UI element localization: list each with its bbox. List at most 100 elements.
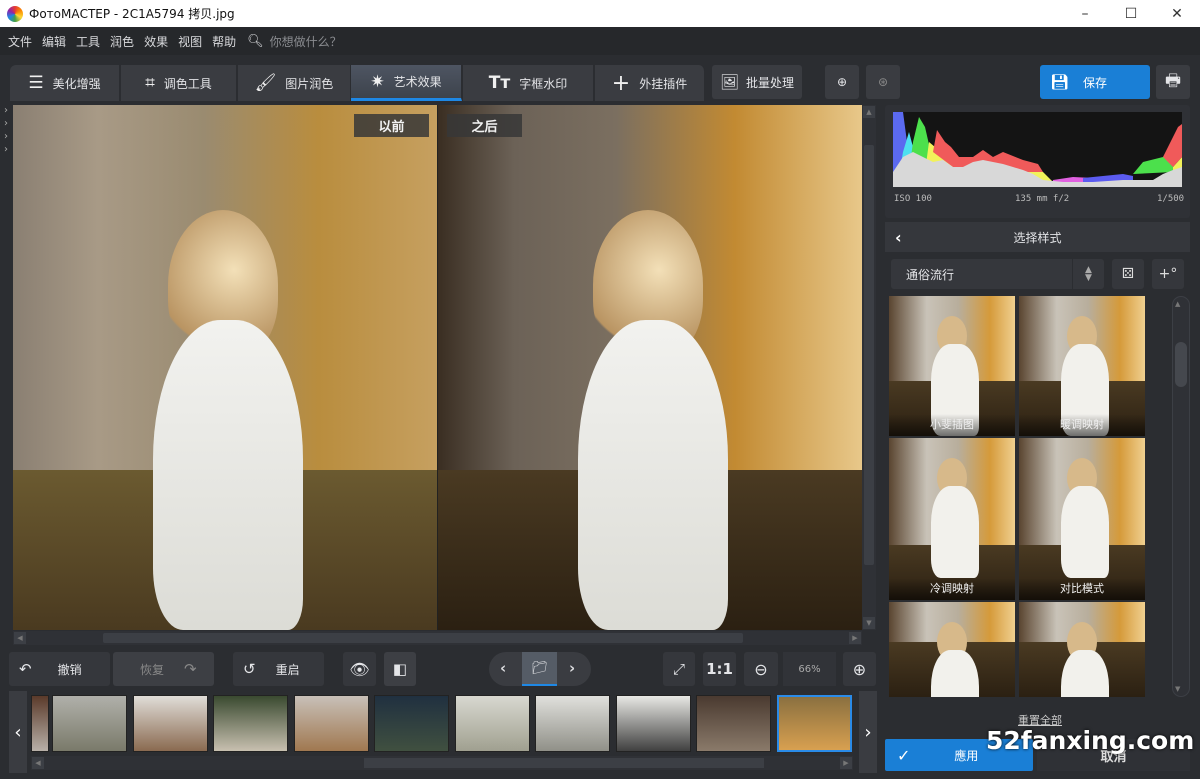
print-button[interactable]: 🖶 (1156, 65, 1190, 99)
filmstrip-thumbnail[interactable] (293, 695, 369, 752)
download-preset-button[interactable]: ⊛ (866, 65, 900, 99)
save-button[interactable]: 💾︎ 保存 (1040, 65, 1150, 99)
filmstrip-thumbnail[interactable] (52, 695, 127, 752)
filmstrip-scrollbar[interactable]: ◀ ▶ (31, 756, 853, 770)
filmstrip-thumbnail[interactable] (374, 695, 449, 752)
image-viewer[interactable]: 以前 之后 (13, 105, 862, 630)
style-preset[interactable]: 小斐插图 (889, 296, 1015, 436)
sliders-plus-icon: ⊕ (836, 75, 848, 89)
add-preset-button[interactable]: ⊕ (825, 65, 859, 99)
scroll-up-icon[interactable]: ▲ (1175, 300, 1180, 308)
scrollbar-thumb[interactable] (103, 633, 743, 643)
scroll-left-icon[interactable]: ◀ (32, 757, 44, 769)
filmstrip-thumbnail[interactable] (535, 695, 610, 752)
chevron-left-icon: ‹ (895, 227, 902, 247)
filmstrip-thumbnail[interactable] (213, 695, 288, 752)
text-icon: Tт (488, 73, 511, 93)
scroll-down-icon[interactable]: ▼ (1175, 685, 1180, 693)
style-preset[interactable]: 对比模式 (1019, 438, 1145, 600)
open-folder-button[interactable]: 📁︎ (522, 652, 557, 686)
tab-color-tools[interactable]: ⌗ 调色工具 (121, 65, 237, 101)
tab-plugins[interactable]: + 外挂插件 (595, 65, 705, 101)
expand-icon: ⤢ (672, 660, 685, 678)
menu-search[interactable]: 🔍︎ 你想做什么？ (247, 33, 342, 50)
subject-figure (927, 458, 983, 578)
split-compare-icon: ◧ (392, 660, 408, 678)
zoom-level[interactable]: 66% (783, 652, 836, 686)
scrollbar-thumb[interactable] (1175, 342, 1187, 387)
style-preset[interactable] (889, 602, 1015, 697)
reset-button[interactable]: ↺ 重启 (233, 652, 324, 686)
redo-button[interactable]: 恢复 ↷ (113, 652, 214, 686)
chevron-right-icon[interactable]: › (0, 105, 12, 118)
style-category-select[interactable]: 通俗流行 ▲ ▼ (891, 259, 1104, 289)
up-down-arrows-icon: ▲ ▼ (1072, 259, 1104, 289)
undo-icon: ↶ (19, 660, 32, 678)
add-style-button[interactable]: +° (1152, 259, 1184, 289)
filmstrip-thumbnail[interactable] (31, 695, 49, 752)
scroll-right-icon[interactable]: ▶ (840, 757, 852, 769)
chevron-left-icon: ‹ (14, 721, 22, 743)
fit-screen-button[interactable]: ⤢ (663, 652, 695, 686)
chevron-right-icon[interactable]: › (0, 131, 12, 144)
tab-art-effects[interactable]: ✷ 艺术效果 (351, 65, 462, 101)
viewer-vertical-scrollbar[interactable]: ▲ ▼ (862, 105, 876, 630)
filmstrip-thumbnail[interactable] (776, 695, 852, 752)
viewer-horizontal-scrollbar[interactable]: ◀ ▶ (13, 631, 862, 645)
filmstrip: ‹ › ◀ ▶ (0, 688, 880, 779)
crop-icon: ⌗ (145, 73, 155, 93)
sliders-icon: ☰ (28, 73, 44, 93)
batch-process-button[interactable]: 🖼︎ 批量处理 (712, 65, 802, 99)
next-image-button[interactable]: › (569, 659, 575, 677)
menu-file[interactable]: 文件 (3, 33, 37, 50)
filmstrip-thumbnail[interactable] (696, 695, 771, 752)
compare-mode-button[interactable]: ◧ (384, 652, 416, 686)
style-preset[interactable]: 冷调映射 (889, 438, 1015, 600)
scroll-down-icon[interactable]: ▼ (863, 617, 875, 629)
tab-retouch[interactable]: 🖌︎ 图片润色 (238, 65, 351, 101)
filmstrip-thumbnail[interactable] (615, 695, 691, 752)
menu-tools[interactable]: 工具 (71, 33, 105, 50)
maximize-button[interactable]: ☐ (1108, 0, 1154, 27)
scrollbar-thumb[interactable] (364, 758, 764, 768)
chevron-right-icon[interactable]: › (0, 118, 12, 131)
printer-icon: 🖶 (1164, 70, 1182, 91)
menu-help[interactable]: 帮助 (207, 33, 241, 50)
menu-retouch[interactable]: 润色 (105, 33, 139, 50)
histogram (893, 112, 1182, 187)
tab-text-watermark[interactable]: Tт 字框水印 (463, 65, 594, 101)
menu-effects[interactable]: 效果 (139, 33, 173, 50)
style-preset[interactable] (1019, 602, 1145, 697)
minimize-button[interactable]: – (1062, 0, 1108, 27)
scrollbar-thumb[interactable] (864, 145, 874, 565)
undo-button[interactable]: ↶ 撤销 (9, 652, 110, 686)
filmstrip-next-button[interactable]: › (859, 691, 877, 773)
zoom-out-button[interactable]: ⊖ (744, 652, 778, 686)
scroll-up-icon[interactable]: ▲ (863, 106, 875, 118)
style-preset[interactable]: 暖调映射 (1019, 296, 1145, 436)
checkmark-icon: ✓ (897, 745, 911, 765)
scroll-left-icon[interactable]: ◀ (14, 632, 26, 644)
back-button[interactable]: ‹ (895, 228, 902, 247)
scroll-right-icon[interactable]: ▶ (849, 632, 861, 644)
menu-edit[interactable]: 编辑 (37, 33, 71, 50)
previous-image-button[interactable]: ‹ (500, 659, 506, 677)
subject-figure (927, 622, 983, 697)
tab-enhance[interactable]: ☰ 美化增强 (10, 65, 120, 101)
filmstrip-prev-button[interactable]: ‹ (9, 691, 27, 773)
filmstrip-thumbnail[interactable] (454, 695, 530, 752)
exif-iso: ISO 100 (894, 194, 932, 204)
close-button[interactable]: ✕ (1154, 0, 1200, 27)
app-logo-icon (7, 5, 23, 22)
actual-size-button[interactable]: 1:1 (703, 652, 736, 686)
random-style-button[interactable]: ⚄ (1112, 259, 1144, 289)
preset-scrollbar[interactable]: ▲ ▼ (1172, 296, 1190, 697)
search-placeholder: 你想做什么？ (269, 34, 342, 49)
filmstrip-thumbnail[interactable] (132, 695, 208, 752)
style-panel-title: 选择样式 (1013, 230, 1062, 245)
chevron-right-icon[interactable]: › (0, 144, 12, 157)
zoom-in-button[interactable]: ⊕ (843, 652, 876, 686)
menu-view[interactable]: 视图 (173, 33, 207, 50)
preview-toggle-button[interactable]: 👁︎ (343, 652, 376, 686)
exif-shutter: 1/500 (1157, 194, 1185, 204)
